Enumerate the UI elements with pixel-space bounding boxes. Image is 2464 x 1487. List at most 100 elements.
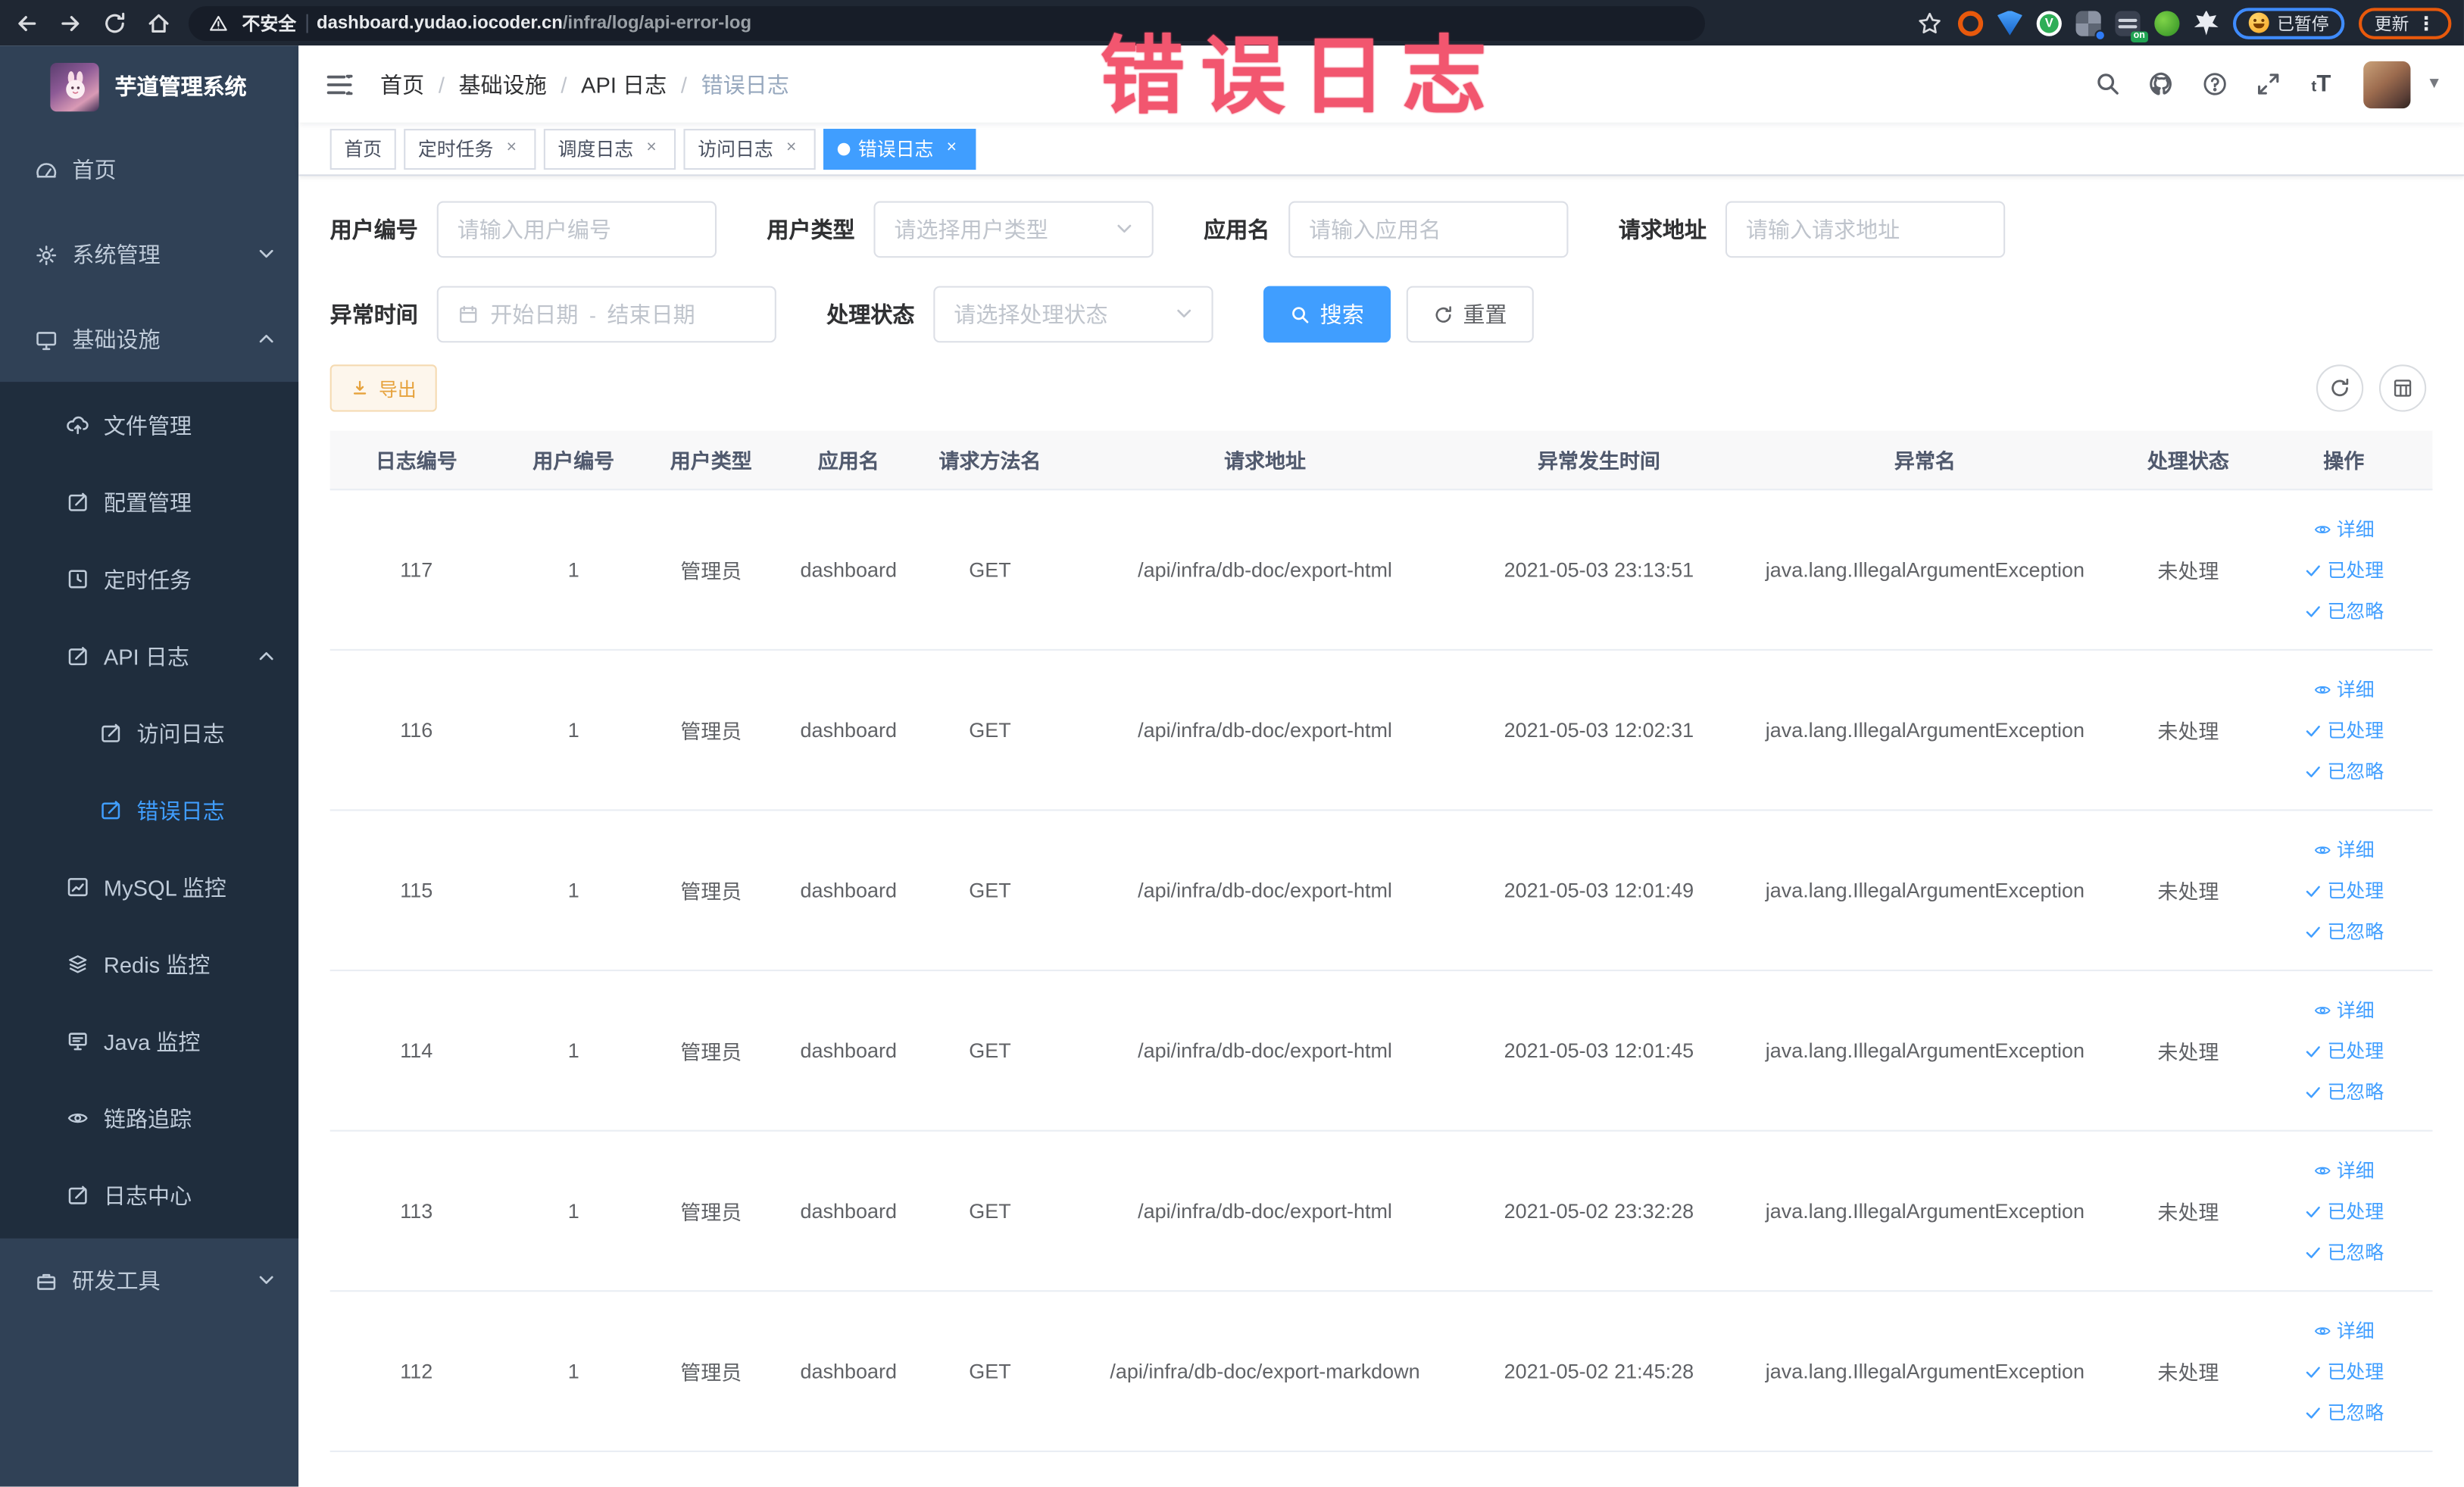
github-icon[interactable] [2141,64,2181,105]
extension-icon-grid[interactable] [2075,10,2106,40]
sidebar-item-log-center[interactable]: 日志中心 [0,1157,298,1234]
mark-processed-link[interactable]: 已处理 [2303,556,2384,583]
check-icon [2306,1407,2320,1418]
sidebar: 芋道管理系统 首页 系统管理 基础设施 文件管理 配置管理 定时任务 API 日… [0,45,299,1487]
sidebar-item-error-log[interactable]: 错误日志 [0,772,298,849]
tag-home[interactable]: 首页 [329,128,396,170]
sidebar-item-home[interactable]: 首页 [0,127,298,212]
extension-icon-orange-ring[interactable] [1957,10,1984,36]
forward-icon[interactable] [57,8,85,36]
address-bar[interactable]: 不安全 dashboard.yudao.iocoder.cn/infra/log… [188,5,1705,40]
reset-button[interactable]: 重置 [1406,286,1534,343]
column-header: 请求方法名 [938,449,1042,473]
help-icon[interactable] [2194,64,2234,105]
mark-ignored-link[interactable]: 已忽略 [2303,1078,2384,1104]
detail-link[interactable]: 详细 [2313,996,2375,1023]
extension-icon-switch[interactable]: on [2115,10,2148,42]
sidebar-item-redis-monitor[interactable]: Redis 监控 [0,926,298,1003]
mark-processed-link[interactable]: 已处理 [2303,1198,2384,1224]
detail-link[interactable]: 详细 [2313,676,2375,702]
avatar-caret-icon[interactable]: ▼ [2426,76,2442,93]
date-range-picker[interactable]: 开始日期 - 结束日期 [436,286,776,343]
sidebar-logo-row[interactable]: 芋道管理系统 [0,45,298,127]
breadcrumb-item[interactable]: 首页 [380,68,424,99]
request-url-input[interactable] [1745,217,1985,242]
search-icon[interactable] [2087,64,2128,105]
tag-error-log[interactable]: 错误日志 × [823,128,976,170]
sidebar-item-access-log[interactable]: 访问日志 [0,695,298,772]
bookmark-star-icon[interactable] [1916,8,1944,36]
tag-close-icon[interactable]: × [642,139,662,159]
mark-processed-link[interactable]: 已处理 [2303,717,2384,743]
search-button[interactable]: 搜索 [1263,286,1391,343]
check-icon [2306,724,2320,736]
hamburger-icon[interactable] [323,68,354,99]
clock-icon [64,567,89,592]
cell-log-id: 115 [400,878,433,902]
process-status-select[interactable]: 请选择处理状态 [933,286,1213,343]
sidebar-item-config-management[interactable]: 配置管理 [0,464,298,541]
home-icon[interactable] [145,8,173,36]
mark-processed-link[interactable]: 已处理 [2303,1037,2384,1064]
mark-processed-link[interactable]: 已处理 [2303,1357,2384,1384]
mark-ignored-link[interactable]: 已忽略 [2303,918,2384,945]
refresh-button[interactable] [2316,364,2364,412]
cell-exception-time: 2021-05-02 21:45:28 [1504,1359,1694,1383]
fullscreen-icon[interactable] [2247,64,2288,105]
tag-close-icon[interactable]: × [501,139,522,159]
font-size-icon[interactable]: tT [2300,64,2341,105]
sidebar-item-mysql-monitor[interactable]: MySQL 监控 [0,848,298,926]
sidebar-item-api-log[interactable]: API 日志 [0,617,298,695]
app-name-input[interactable] [1309,217,1548,242]
chevron-down-icon [258,1268,275,1293]
column-settings-button[interactable] [2378,364,2427,412]
sidebar-item-scheduled-jobs[interactable]: 定时任务 [0,541,298,618]
mark-ignored-link[interactable]: 已忽略 [2303,1239,2384,1265]
sidebar-item-dev-tools[interactable]: 研发工具 [0,1239,298,1323]
mark-ignored-link[interactable]: 已忽略 [2303,758,2384,784]
omnibox-divider [305,13,308,33]
eye-icon [2314,1166,2331,1174]
cell-app-name: dashboard [800,878,898,902]
sidebar-item-java-monitor[interactable]: Java 监控 [0,1003,298,1080]
reload-icon[interactable] [101,8,129,36]
back-icon[interactable] [13,8,41,36]
user-avatar[interactable] [2363,60,2411,108]
table-body: 117 1 管理员 dashboard GET /api/infra/db-do… [329,490,2433,1452]
tag-scheduled-jobs[interactable]: 定时任务 × [404,128,536,170]
browser-menu-kebab-icon[interactable]: ⋮ [2417,12,2436,34]
paused-extension-chip[interactable]: 已暂停 [2233,7,2345,39]
user-type-select[interactable]: 请选择用户类型 [873,201,1154,258]
emoji-extension-icon [2248,12,2269,33]
tag-close-icon[interactable]: × [781,139,801,159]
browser-update-button[interactable]: 更新 ⋮ [2358,7,2452,39]
tag-close-icon[interactable]: × [942,139,962,159]
breadcrumb-item[interactable]: 基础设施 [459,68,547,99]
detail-link[interactable]: 详细 [2313,515,2375,542]
sidebar-item-file-management[interactable]: 文件管理 [0,386,298,464]
sidebar-item-label: API 日志 [103,643,189,669]
tag-schedule-log[interactable]: 调度日志 × [543,128,676,170]
sidebar-item-infra[interactable]: 基础设施 [0,297,298,382]
breadcrumb-item[interactable]: API 日志 [581,68,667,99]
sidebar-item-system[interactable]: 系统管理 [0,212,298,297]
detail-link[interactable]: 详细 [2313,836,2375,863]
extension-icon-green-plant[interactable] [2154,10,2180,36]
export-button[interactable]: 导出 [329,364,437,412]
mark-processed-link[interactable]: 已处理 [2303,877,2384,904]
user-id-input[interactable] [457,217,697,242]
mark-ignored-link[interactable]: 已忽略 [2303,597,2384,623]
cell-exception-time: 2021-05-02 23:32:28 [1504,1198,1694,1223]
extension-icon-blue-shield[interactable] [1997,10,2023,36]
filter-user-type: 用户类型 请选择用户类型 [767,201,1154,258]
mark-ignored-link[interactable]: 已忽略 [2303,1398,2384,1425]
layers-icon [64,951,89,976]
detail-link[interactable]: 详细 [2313,1317,2375,1344]
tag-access-log[interactable]: 访问日志 × [683,128,816,170]
extension-icon-white-puzzle[interactable] [2194,10,2219,36]
check-icon [2306,1205,2320,1217]
check-icon [2306,1366,2320,1377]
extension-icon-green-v[interactable]: V [2036,10,2062,36]
detail-link[interactable]: 详细 [2313,1157,2375,1183]
sidebar-item-tracing[interactable]: 链路追踪 [0,1079,298,1157]
